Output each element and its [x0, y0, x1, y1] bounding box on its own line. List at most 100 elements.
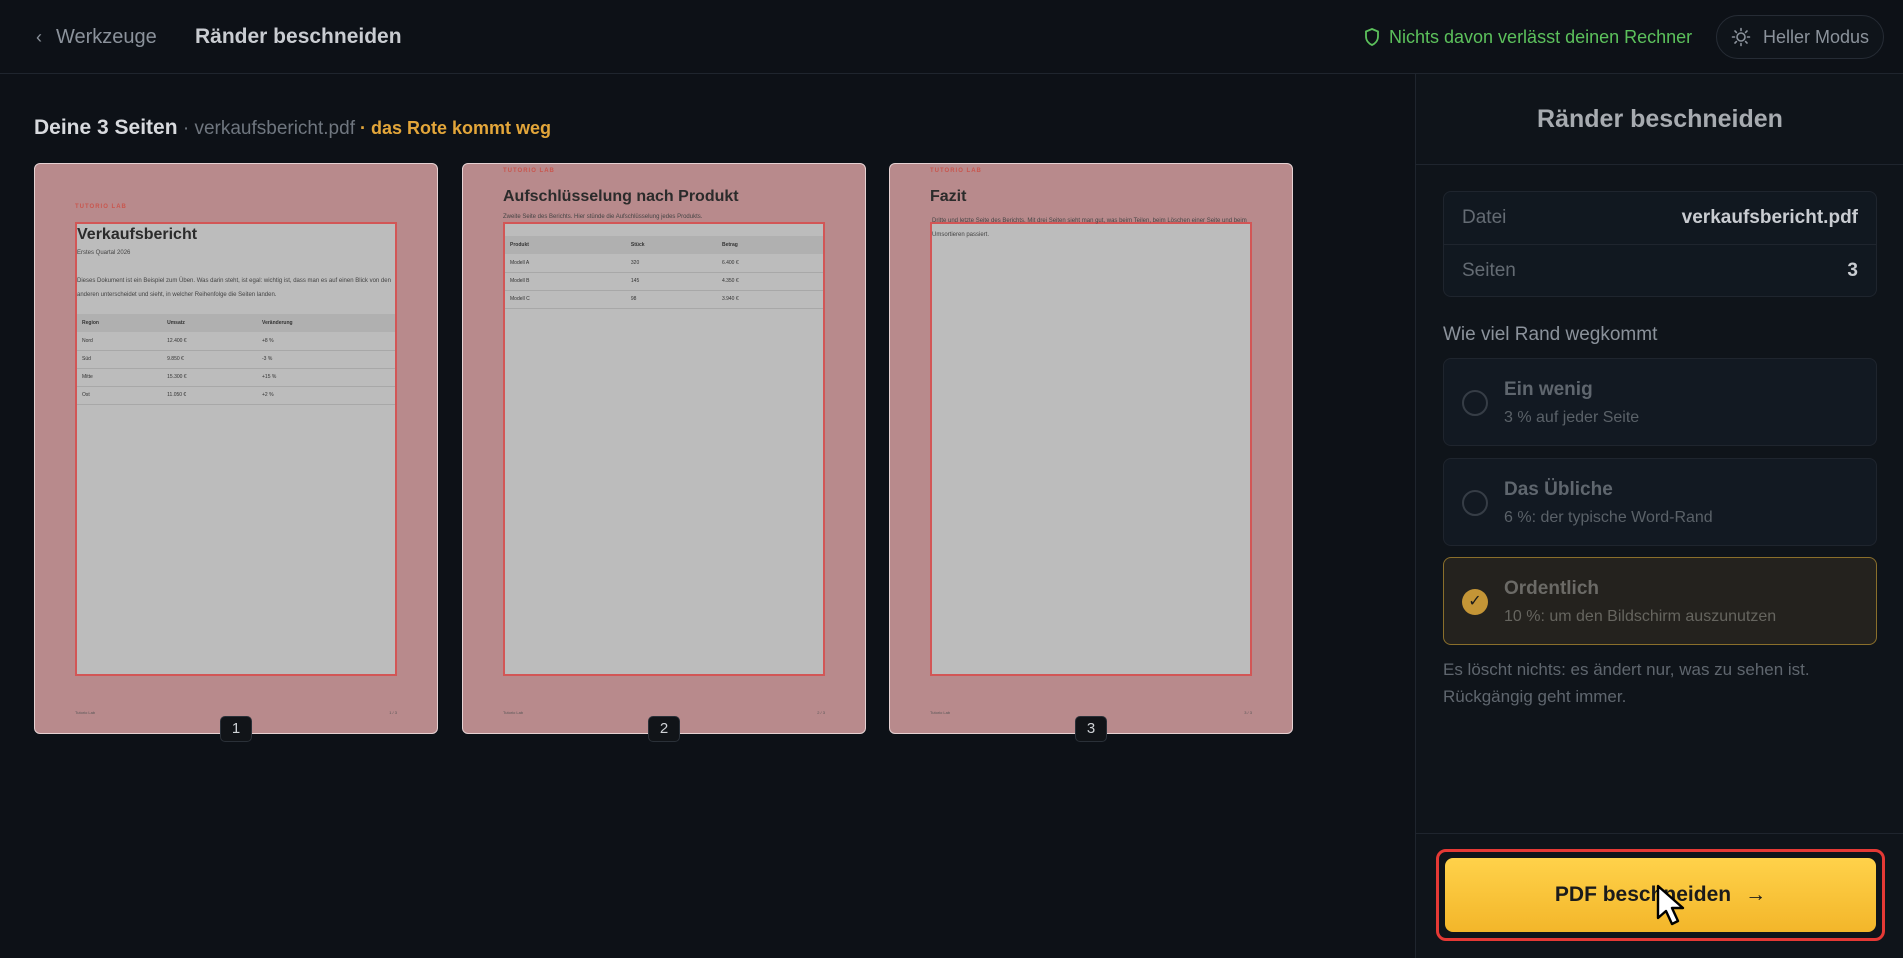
table-header-row: Region Umsatz Veränderung — [77, 314, 395, 332]
page-heading: Verkaufsbericht — [77, 226, 198, 243]
info-note: Es löscht nichts: es ändert nur, was zu … — [1443, 660, 1810, 706]
page-number-badge: 1 — [220, 716, 252, 742]
crop-warning: · das Rote kommt weg — [354, 118, 552, 138]
file-info-box: Datei verkaufsbericht.pdf Seiten 3 — [1443, 191, 1877, 297]
table-cell: 15.300 € — [162, 368, 258, 387]
page-subtitle: Erstes Quartal 2026 — [77, 250, 131, 256]
table-cell: Süd — [77, 350, 163, 369]
page-thumbnail-1[interactable]: TUTORIO LAB Verkaufsbericht Erstes Quart… — [34, 163, 438, 734]
table-cell: 12.400 € — [162, 332, 258, 351]
page-footer-right: 2 / 3 — [817, 710, 825, 715]
table-row: Süd 9.850 € -3 % — [77, 350, 395, 369]
file-key: Datei — [1462, 207, 1507, 228]
radio-button-checked[interactable]: ✓ — [1462, 589, 1488, 615]
shield-icon — [1365, 28, 1379, 46]
table-cell: 11.050 € — [162, 386, 258, 405]
table-row: Modell A 320 6.400 € — [505, 254, 823, 273]
page-table: Region Umsatz Veränderung Nord 12.400 € … — [77, 314, 395, 405]
table-cell: +2 % — [257, 386, 395, 405]
table-header: Stück — [625, 236, 717, 254]
option-title: Ein wenig — [1504, 379, 1593, 400]
page-footer-left: Tutorio Lab — [503, 710, 524, 715]
page-footer-right: 3 / 3 — [1244, 710, 1252, 715]
crop-pdf-button-label: PDF beschneiden — [1554, 883, 1732, 906]
page-title: Ränder beschneiden — [195, 25, 402, 48]
page-heading: Fazit — [930, 188, 967, 205]
sun-icon — [1731, 27, 1751, 47]
pages-info-row: Seiten 3 — [1444, 244, 1876, 296]
table-cell: Ost — [77, 386, 163, 405]
page-brand-label: TUTORIO LAB — [930, 168, 982, 174]
table-cell: Mitte — [77, 368, 163, 387]
page-body-text: Dieses Dokument ist ein Beispiel zum Übe… — [77, 278, 391, 298]
table-cell: Modell B — [505, 272, 626, 291]
table-row: Ost 11.050 € +2 % — [77, 386, 395, 405]
crop-settings-panel: Ränder beschneiden Datei verkaufsbericht… — [1415, 74, 1903, 958]
option-description: 10 %: um den Bildschirm auszunutzen — [1504, 608, 1777, 625]
file-info-row: Datei verkaufsbericht.pdf — [1444, 192, 1876, 244]
table-header: Produkt — [505, 236, 626, 254]
crop-area: Dritte und letzte Seite des Berichts. Mi… — [930, 218, 1252, 676]
option-description: 6 %: der typische Word-Rand — [1504, 509, 1713, 526]
table-cell: 145 — [625, 272, 717, 291]
pages-value: 3 — [1847, 259, 1858, 281]
table-cell: 9.850 € — [162, 350, 258, 369]
page-footer-left: Tutorio Lab — [930, 710, 951, 715]
table-cell: -3 % — [257, 350, 395, 369]
table-header-row: Produkt Stück Betrag — [505, 236, 823, 254]
radio-button[interactable] — [1462, 390, 1488, 416]
pages-file-name: · verkaufsbericht.pdf — [177, 118, 355, 139]
page-footer-left: Tutorio Lab — [75, 710, 96, 715]
file-value: verkaufsbericht.pdf — [1681, 207, 1858, 228]
table-header: Region — [77, 314, 163, 332]
privacy-note: Nichts davon verlässt deinen Rechner — [1364, 22, 1692, 52]
light-mode-label: Heller Modus — [1762, 26, 1870, 47]
margin-amount-label: Wie viel Rand wegkommt — [1443, 324, 1658, 345]
mouse-pointer-icon — [1656, 884, 1685, 926]
table-cell: Nord — [77, 332, 163, 351]
page-heading: Aufschlüsselung nach Produkt — [503, 188, 739, 205]
option-title: Das Übliche — [1504, 479, 1613, 500]
table-cell: +15 % — [257, 368, 395, 387]
option-ein-wenig[interactable]: Ein wenig 3 % auf jeder Seite — [1443, 358, 1877, 446]
page-brand-label: TUTORIO LAB — [503, 168, 555, 174]
page-subtitle: Zweite Seite des Berichts. Hier stünde d… — [503, 214, 703, 220]
page-thumbnail-3[interactable]: TUTORIO LAB Fazit Dritte und letzte Seit… — [889, 163, 1293, 734]
table-cell: 6.400 € — [716, 254, 823, 273]
table-row: Modell C 98 3.940 € — [505, 290, 823, 309]
table-row: Modell B 145 4.350 € — [505, 272, 823, 291]
light-mode-button[interactable]: Heller Modus — [1716, 15, 1884, 59]
page-thumbnail-2[interactable]: TUTORIO LAB Aufschlüsselung nach Produkt… — [462, 163, 866, 734]
option-description: 3 % auf jeder Seite — [1504, 409, 1640, 426]
privacy-note-text: Nichts davon verlässt deinen Rechner — [1389, 26, 1693, 47]
table-cell: Modell A — [505, 254, 626, 273]
top-bar: ‹ Werkzeuge Ränder beschneiden Nichts da… — [0, 0, 1903, 74]
option-ordentlich[interactable]: ✓ Ordentlich 10 %: um den Bildschirm aus… — [1443, 557, 1877, 645]
back-label: Werkzeuge — [56, 25, 157, 48]
check-icon: ✓ — [1468, 593, 1482, 610]
table-header: Veränderung — [257, 314, 395, 332]
chevron-left-icon: ‹ — [36, 26, 42, 47]
table-row: Mitte 15.300 € +15 % — [77, 368, 395, 387]
crop-area: Produkt Stück Betrag Modell A 320 6.400 … — [503, 222, 825, 676]
pages-heading: Deine 3 Seiten · verkaufsbericht.pdf · d… — [34, 114, 551, 142]
page-footer-right: 1 / 3 — [389, 710, 397, 715]
radio-button[interactable] — [1462, 490, 1488, 516]
table-cell: 3.940 € — [716, 290, 823, 309]
option-title: Ordentlich — [1504, 578, 1600, 599]
page-body-text: Dritte und letzte Seite des Berichts. Mi… — [932, 218, 1247, 238]
table-cell: 320 — [625, 254, 717, 273]
option-das-uebliche[interactable]: Das Übliche 6 %: der typische Word-Rand — [1443, 458, 1877, 546]
table-cell: Modell C — [505, 290, 626, 309]
page-number-badge: 2 — [648, 716, 680, 742]
pages-count-title: Deine 3 Seiten — [34, 116, 178, 139]
panel-title: Ränder beschneiden — [1416, 74, 1903, 165]
page-table: Produkt Stück Betrag Modell A 320 6.400 … — [505, 236, 823, 309]
crop-area: Verkaufsbericht Erstes Quartal 2026 Dies… — [75, 222, 397, 676]
table-cell: 98 — [625, 290, 717, 309]
page-number-badge: 3 — [1075, 716, 1107, 742]
table-header: Betrag — [716, 236, 823, 254]
table-header: Umsatz — [162, 314, 258, 332]
arrow-right-icon: → — [1745, 883, 1767, 906]
back-to-tools-link[interactable]: ‹ Werkzeuge — [36, 22, 157, 52]
